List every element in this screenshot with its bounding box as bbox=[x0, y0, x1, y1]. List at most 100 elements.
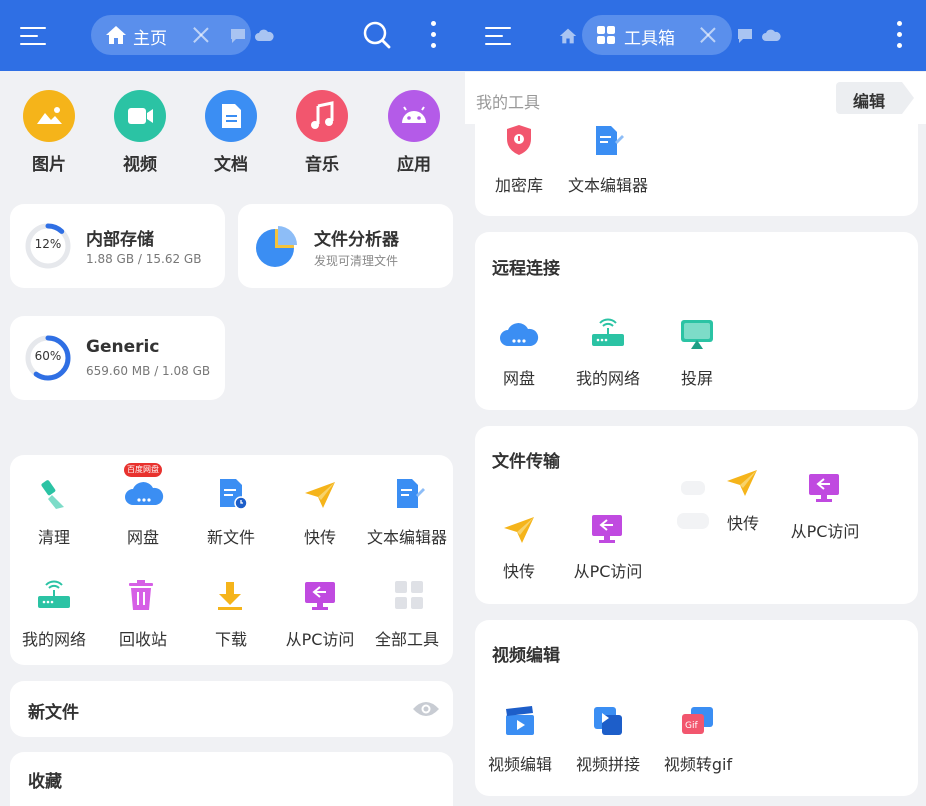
text-editor-icon[interactable] bbox=[394, 477, 426, 511]
tool-label: 视频转gif bbox=[663, 755, 733, 774]
tool-label: 我的网络 bbox=[575, 369, 640, 388]
pc-access-icon[interactable] bbox=[807, 472, 841, 504]
more-options-icon[interactable] bbox=[897, 21, 903, 49]
tool-label: 我的网络 bbox=[21, 630, 86, 649]
cloud-small-icon[interactable] bbox=[254, 28, 274, 42]
tool-label: 视频拼接 bbox=[575, 755, 640, 774]
tool-label: 新文件 bbox=[206, 528, 255, 547]
new-file-icon[interactable] bbox=[216, 477, 250, 511]
toolbox-pane: 工具箱 加密库 文本编辑器 我的工具 编辑 远程连接 网盘 我的网络 投屏 文件… bbox=[465, 0, 926, 806]
tool-label: 快传 bbox=[303, 528, 336, 547]
more-options-icon[interactable] bbox=[431, 21, 437, 49]
tab-home[interactable]: 主页 bbox=[91, 15, 251, 55]
music-icon[interactable] bbox=[296, 90, 348, 142]
storage-usage: 1.88 GB / 15.62 GB bbox=[86, 252, 202, 266]
tool-label: 文本编辑器 bbox=[567, 176, 648, 195]
storage-title: 内部存储 bbox=[86, 230, 154, 250]
tab-toolbox[interactable]: 工具箱 bbox=[582, 15, 732, 55]
menu-icon[interactable] bbox=[485, 25, 515, 47]
document-icon[interactable] bbox=[205, 90, 257, 142]
cloud-icon[interactable] bbox=[124, 479, 164, 509]
message-icon[interactable] bbox=[736, 28, 754, 44]
message-icon[interactable] bbox=[229, 28, 247, 44]
svg-text:Gif: Gif bbox=[685, 721, 698, 731]
paper-plane-icon[interactable] bbox=[502, 515, 536, 545]
home-icon[interactable] bbox=[559, 27, 577, 45]
storage-usage: 659.60 MB / 1.08 GB bbox=[86, 364, 211, 378]
generic-storage-card[interactable]: 60% Generic 659.60 MB / 1.08 GB bbox=[10, 316, 225, 400]
favorites-title: 收藏 bbox=[28, 772, 62, 792]
storage-title: Generic bbox=[86, 337, 160, 357]
category-label: 应用 bbox=[397, 155, 431, 175]
tool-label: 投屏 bbox=[680, 369, 713, 388]
router-icon[interactable] bbox=[590, 318, 626, 350]
tool-label: 网盘 bbox=[126, 528, 159, 547]
netdisk-badge-label: 百度网盘 bbox=[127, 465, 159, 474]
clapperboard-icon[interactable] bbox=[505, 706, 535, 736]
file-analyzer-card[interactable]: 文件分析器 发现可清理文件 bbox=[238, 204, 453, 288]
top-bar: 工具箱 bbox=[465, 0, 926, 71]
new-files-section[interactable]: 新文件 bbox=[10, 681, 453, 737]
category-label: 音乐 bbox=[305, 155, 339, 175]
favorites-section[interactable]: 收藏 bbox=[10, 752, 453, 806]
android-icon[interactable] bbox=[388, 90, 440, 142]
paper-plane-icon[interactable] bbox=[303, 480, 337, 510]
category-label: 图片 bbox=[32, 155, 66, 175]
category-label: 视频 bbox=[123, 155, 157, 175]
category-label: 文档 bbox=[214, 155, 248, 175]
video-merge-icon[interactable] bbox=[593, 706, 623, 736]
analyzer-subtitle: 发现可清理文件 bbox=[314, 254, 399, 268]
remote-connection-card: 远程连接 网盘 我的网络 投屏 bbox=[475, 232, 918, 410]
pc-access-icon[interactable] bbox=[590, 513, 624, 545]
tool-label: 从PC访问 bbox=[790, 522, 860, 541]
section-title: 文件传输 bbox=[492, 452, 560, 472]
router-icon[interactable] bbox=[36, 580, 72, 612]
section-title: 视频编辑 bbox=[492, 646, 560, 666]
pc-access-icon[interactable] bbox=[303, 580, 337, 612]
tool-label: 清理 bbox=[37, 528, 70, 547]
image-icon[interactable] bbox=[23, 90, 75, 142]
tool-label: 下载 bbox=[214, 630, 247, 649]
video-icon[interactable] bbox=[114, 90, 166, 142]
tool-label: 文本编辑器 bbox=[366, 528, 447, 547]
home-icon bbox=[106, 26, 126, 44]
tab-toolbox-label: 工具箱 bbox=[624, 29, 675, 49]
download-icon[interactable] bbox=[215, 580, 245, 612]
close-tab-icon[interactable] bbox=[698, 25, 718, 45]
home-pane: 主页 图片 视频 文档 音乐 应用 12% 内部存储 1.88 GB / 15.… bbox=[0, 0, 465, 806]
tool-label: 加密库 bbox=[494, 176, 543, 195]
grid-icon[interactable] bbox=[394, 580, 424, 610]
internal-storage-card[interactable]: 12% 内部存储 1.88 GB / 15.62 GB bbox=[10, 204, 225, 288]
my-tools-label: 我的工具 bbox=[476, 93, 541, 112]
edit-button[interactable]: 编辑 bbox=[836, 82, 902, 114]
search-icon[interactable] bbox=[362, 20, 392, 50]
eye-icon[interactable] bbox=[412, 699, 440, 719]
new-files-title: 新文件 bbox=[28, 703, 79, 723]
paper-plane-icon[interactable] bbox=[725, 468, 759, 498]
vault-icon[interactable] bbox=[505, 124, 533, 156]
storage-percent: 60% bbox=[34, 349, 62, 363]
cloud-icon[interactable] bbox=[499, 320, 539, 350]
quick-tools-card: 百度网盘 清理 网盘 新文件 快传 文本编辑器 我的网络 回收站 下载 从PC访… bbox=[10, 455, 453, 665]
cast-icon[interactable] bbox=[680, 318, 714, 350]
top-bar: 主页 bbox=[0, 0, 465, 71]
edit-button-arrow bbox=[902, 82, 914, 114]
text-editor-icon[interactable] bbox=[593, 124, 625, 158]
trash-icon[interactable] bbox=[127, 580, 155, 612]
grid-icon bbox=[597, 26, 615, 44]
broom-icon[interactable] bbox=[38, 479, 70, 511]
analyzer-title: 文件分析器 bbox=[314, 230, 399, 250]
tool-label: 全部工具 bbox=[374, 630, 439, 649]
file-transfer-card: 文件传输 快传 从PC访问 快传 从PC访问 bbox=[475, 426, 918, 604]
gif-icon[interactable]: Gif bbox=[681, 706, 715, 736]
tool-label: 从PC访问 bbox=[285, 630, 355, 649]
menu-icon[interactable] bbox=[20, 25, 50, 47]
tool-label: 快传 bbox=[502, 562, 535, 581]
pie-chart-icon bbox=[256, 226, 297, 267]
close-tab-icon[interactable] bbox=[191, 25, 211, 45]
my-tools-header: 我的工具 编辑 bbox=[465, 72, 926, 124]
storage-percent: 12% bbox=[34, 237, 62, 251]
cloud-small-icon[interactable] bbox=[761, 28, 781, 42]
tab-home-label: 主页 bbox=[133, 29, 167, 49]
edit-button-label: 编辑 bbox=[852, 92, 885, 111]
